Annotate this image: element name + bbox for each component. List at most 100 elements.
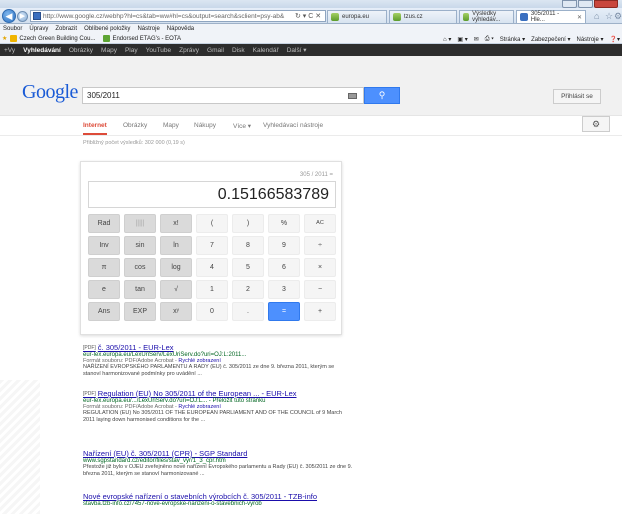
tab-images[interactable]: Obrázky — [123, 122, 147, 129]
calc-key-close-paren[interactable]: ) — [232, 214, 264, 233]
keyboard-icon[interactable] — [348, 93, 357, 99]
search-button[interactable]: ⚲ — [364, 87, 400, 104]
gbar-item[interactable]: Kalendář — [253, 47, 279, 54]
calc-key-3[interactable]: 3 — [268, 280, 300, 299]
help-icon[interactable]: ❓▾ — [610, 36, 620, 43]
gbar-item[interactable]: YouTube — [146, 47, 172, 54]
gbar-item[interactable]: +Vy — [4, 47, 15, 54]
calc-key-open-paren[interactable]: ( — [196, 214, 228, 233]
gbar-item[interactable]: Obrázky — [69, 47, 93, 54]
address-bar[interactable]: http://www.google.cz/webhp?hl=cs&tab=ww#… — [30, 10, 326, 22]
back-icon[interactable]: ◀ — [2, 9, 16, 23]
favorite-link[interactable]: Endorsed ETAG's - EOTA — [103, 35, 181, 42]
feeds-icon[interactable]: ▣ ▾ — [457, 36, 467, 43]
calc-key-7[interactable]: 7 — [196, 236, 228, 255]
result-title[interactable]: č. 305/2011 - EUR-Lex — [98, 343, 174, 352]
calc-key-sin[interactable]: sin — [124, 236, 156, 255]
gbar-item-current[interactable]: Vyhledávání — [23, 47, 61, 54]
tab-shopping[interactable]: Nákupy — [194, 122, 216, 129]
result-title-link[interactable]: [PDF] č. 305/2011 - EUR-Lex — [83, 343, 353, 352]
calc-key-equals[interactable]: = — [268, 302, 300, 321]
menu-item[interactable]: Zobrazit — [55, 26, 77, 32]
gbar-item[interactable]: Disk — [232, 47, 245, 54]
calc-key-log[interactable]: log — [160, 258, 192, 277]
browser-tab-vysledky[interactable]: Výsledky vyhledáv... — [459, 10, 514, 23]
calc-key-6[interactable]: 6 — [268, 258, 300, 277]
menu-item[interactable]: Oblíbené položky — [84, 26, 130, 32]
calc-key-clear[interactable]: AC — [304, 214, 336, 233]
google-header — [0, 56, 622, 116]
calc-key-decimal[interactable]: . — [232, 302, 264, 321]
calc-key-ln[interactable]: ln — [160, 236, 192, 255]
menu-item[interactable]: Nástroje — [137, 26, 159, 32]
gbar-item[interactable]: Play — [125, 47, 138, 54]
gbar-item[interactable]: Mapy — [101, 47, 117, 54]
google-logo[interactable]: Google — [22, 81, 78, 104]
favorites-star-icon[interactable]: ★ — [2, 35, 7, 42]
calc-key-tan[interactable]: tan — [124, 280, 156, 299]
calc-key-4[interactable]: 4 — [196, 258, 228, 277]
calc-key-cos[interactable]: cos — [124, 258, 156, 277]
maximize-button[interactable] — [578, 0, 593, 8]
calc-key-multiply[interactable]: × — [304, 258, 336, 277]
calc-key-e[interactable]: e — [88, 280, 120, 299]
tab-internet[interactable]: Internet — [83, 122, 107, 135]
calc-key-rad[interactable]: Rad — [88, 214, 120, 233]
favorites-star-icon[interactable]: ☆ — [605, 11, 613, 22]
calc-key-ans[interactable]: Ans — [88, 302, 120, 321]
command-tools[interactable]: Nástroje ▾ — [576, 36, 603, 43]
menu-item[interactable]: Úpravy — [29, 26, 48, 32]
calc-key-deg[interactable]: ||||| — [124, 214, 156, 233]
calc-key-5[interactable]: 5 — [232, 258, 264, 277]
calc-key-2[interactable]: 2 — [232, 280, 264, 299]
mail-icon[interactable]: ✉ — [474, 36, 479, 43]
result-title-link[interactable]: [PDF] Regulation (EU) No 305/2011 of the … — [83, 389, 353, 398]
home-icon[interactable]: ⌂ ▾ — [443, 36, 451, 43]
calc-key-factorial[interactable]: x! — [160, 214, 192, 233]
tab-close-icon[interactable]: ✕ — [577, 14, 582, 21]
search-input[interactable]: 305/2011 — [82, 87, 364, 104]
address-controls[interactable]: ↻ ▾ C ✕ — [295, 12, 321, 20]
result-title-link[interactable]: Nové evropské nařízení o stavebních výro… — [83, 492, 353, 501]
calc-display: 0.15166583789 — [88, 181, 336, 208]
calc-key-plus[interactable]: + — [304, 302, 336, 321]
calc-key-9[interactable]: 9 — [268, 236, 300, 255]
tools-gear-icon[interactable]: ⚙ — [614, 11, 622, 22]
tab-search-tools[interactable]: Vyhledávací nástroje — [263, 122, 323, 129]
gbar-item[interactable]: Zprávy — [179, 47, 199, 54]
address-url[interactable]: http://www.google.cz/webhp?hl=cs&tab=ww#… — [43, 13, 293, 20]
close-window-button[interactable] — [594, 0, 618, 8]
calc-key-pi[interactable]: π — [88, 258, 120, 277]
calc-key-minus[interactable]: − — [304, 280, 336, 299]
menu-item[interactable]: Nápověda — [167, 26, 194, 32]
gbar-item[interactable]: Další ▾ — [287, 46, 307, 54]
menu-item[interactable]: Soubor — [3, 26, 22, 32]
home-icon[interactable]: ⌂ — [594, 11, 599, 21]
browser-tab-tzus[interactable]: tzus.cz — [389, 10, 457, 23]
calc-key-percent[interactable]: % — [268, 214, 300, 233]
signin-button[interactable]: Přihlásit se — [553, 89, 601, 104]
search-query[interactable]: 305/2011 — [87, 91, 120, 100]
calc-key-0[interactable]: 0 — [196, 302, 228, 321]
forward-icon[interactable]: ▶ — [17, 11, 28, 22]
command-page[interactable]: Stránka ▾ — [500, 36, 525, 43]
browser-tab-europa[interactable]: europa.eu — [327, 10, 387, 23]
browser-tab-active[interactable]: 305/2011 - Hle... ✕ — [516, 10, 586, 23]
tab-more[interactable]: Více ▾ — [233, 122, 251, 130]
calc-key-power[interactable]: xʸ — [160, 302, 192, 321]
calc-key-1[interactable]: 1 — [196, 280, 228, 299]
favorite-link[interactable]: Czech Green Building Cou... — [10, 35, 95, 42]
result-title-link[interactable]: Nařízení (EU) č. 305/2011 (CPR) - SGP St… — [83, 449, 353, 458]
tab-maps[interactable]: Mapy — [163, 122, 179, 129]
gbar-item[interactable]: Gmail — [207, 47, 224, 54]
minimize-button[interactable] — [562, 0, 577, 8]
calc-key-divide[interactable]: ÷ — [304, 236, 336, 255]
calc-key-sqrt[interactable]: √ — [160, 280, 192, 299]
settings-gear-icon[interactable]: ⚙ — [582, 116, 610, 132]
calc-key-inv[interactable]: Inv — [88, 236, 120, 255]
print-icon[interactable]: ⎙ ▾ — [485, 36, 494, 43]
command-security[interactable]: Zabezpečení ▾ — [531, 36, 570, 43]
calc-key-exp[interactable]: EXP — [124, 302, 156, 321]
calc-key-8[interactable]: 8 — [232, 236, 264, 255]
result-title[interactable]: Regulation (EU) No 305/2011 of the Europ… — [98, 389, 297, 398]
